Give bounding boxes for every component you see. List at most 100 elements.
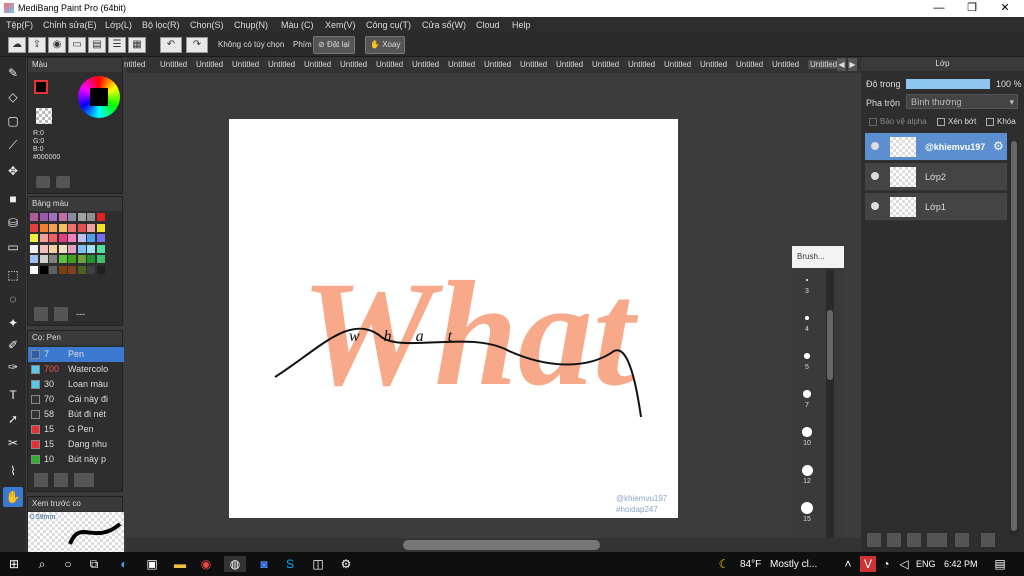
menu-filter[interactable]: Bộ lọc(R) xyxy=(142,20,180,30)
layer-copy-icon[interactable] xyxy=(981,533,995,547)
palette-swatch[interactable] xyxy=(49,213,57,221)
menu-tools[interactable]: Công cụ(T) xyxy=(366,20,411,30)
windows-start-icon[interactable]: ⊞ xyxy=(6,556,22,572)
primary-color-swatch[interactable] xyxy=(34,80,48,94)
color-square[interactable] xyxy=(90,88,108,106)
palette-swatch[interactable] xyxy=(96,234,105,242)
palette-swatch[interactable] xyxy=(39,255,48,263)
palette-swatch[interactable] xyxy=(87,265,95,274)
medibang-taskbar-icon[interactable]: ◍ xyxy=(224,556,246,572)
tab-scroll-left-icon[interactable]: ◀ xyxy=(837,58,846,71)
palette-swatch[interactable] xyxy=(58,223,67,232)
tab-untitled[interactable]: Untitled xyxy=(520,60,547,69)
notification-icon[interactable]: ▤ xyxy=(992,556,1008,572)
comment-icon[interactable]: ◉ xyxy=(48,37,66,53)
folder-icon[interactable] xyxy=(955,533,969,547)
maximize-button[interactable]: ❐ xyxy=(955,0,989,17)
brush-item[interactable]: 700 Watercolor xyxy=(28,362,124,377)
menu-window[interactable]: Cửa sổ(W) xyxy=(422,20,466,30)
palette-swatch[interactable] xyxy=(39,213,48,221)
palette-swatch[interactable] xyxy=(49,223,57,232)
grid-icon[interactable]: ▦ xyxy=(128,37,146,53)
color-option-icon[interactable] xyxy=(36,176,50,188)
undo-icon[interactable]: ↶ xyxy=(160,37,182,53)
palette-swatch[interactable] xyxy=(39,234,48,242)
reset-button[interactable]: ⊘ Đặt lại xyxy=(313,36,355,54)
lock-checkbox[interactable] xyxy=(986,118,994,126)
brush-item[interactable]: 15 G Pen xyxy=(28,422,124,437)
layer-scroll-thumb[interactable] xyxy=(1011,141,1017,531)
brush-size-dot[interactable] xyxy=(801,464,813,476)
chat-icon[interactable]: ▭ xyxy=(68,37,86,53)
duplicate-layer-icon[interactable] xyxy=(887,533,901,547)
minimize-button[interactable]: — xyxy=(922,0,956,17)
tab-untitled[interactable]: Untitled xyxy=(376,60,403,69)
palette-swatch[interactable] xyxy=(96,223,105,232)
document-icon[interactable]: ▤ xyxy=(88,37,106,53)
palette-swatch[interactable] xyxy=(30,223,38,232)
blend-select[interactable]: Bình thường ▾ xyxy=(906,94,1018,109)
menu-snap[interactable]: Chụp(N) xyxy=(234,20,268,30)
palette-swatch[interactable] xyxy=(68,255,76,263)
chevron-up-icon[interactable]: ˄ xyxy=(840,556,856,572)
eye-icon[interactable] xyxy=(871,142,879,150)
edge-icon[interactable]: ◐ xyxy=(116,556,132,572)
tab-untitled[interactable]: Untitled xyxy=(484,60,511,69)
task-view-icon[interactable]: ⧉ xyxy=(86,556,102,572)
move-tool-icon[interactable]: ✥ xyxy=(3,161,23,181)
palette-swatch[interactable] xyxy=(39,244,48,253)
tab-untitled[interactable]: Untitled xyxy=(592,60,619,69)
select-pen-icon[interactable]: ✐ xyxy=(3,335,23,355)
language-indicator[interactable]: ENG xyxy=(916,559,936,569)
menu-cloud[interactable]: Cloud xyxy=(476,20,500,30)
tab-scroll-right-icon[interactable]: ▶ xyxy=(848,58,857,71)
network-icon[interactable]: ◔ xyxy=(878,556,894,572)
tab-untitled[interactable]: Untitled xyxy=(700,60,727,69)
canvas-h-scroll-thumb[interactable] xyxy=(403,540,600,550)
palette-swatch[interactable] xyxy=(58,234,67,242)
app-icon-blue[interactable]: ◙ xyxy=(256,556,272,572)
store-icon[interactable]: ▣ xyxy=(144,556,160,572)
layer-row[interactable]: Lớp1 xyxy=(865,193,1007,221)
gear-icon[interactable]: ⚙ xyxy=(993,139,1004,153)
select-eraser-icon[interactable]: ✑ xyxy=(3,357,23,377)
skype-icon[interactable]: S xyxy=(282,556,298,572)
tab-untitled[interactable]: Untitled xyxy=(340,60,367,69)
tab-untitled[interactable]: Untitled xyxy=(448,60,475,69)
tab-untitled[interactable]: Untitled xyxy=(808,60,840,69)
select-tool-icon[interactable]: ⬚ xyxy=(3,265,23,285)
bucket-tool-icon[interactable]: ⛁ xyxy=(3,213,23,233)
palette-swatch[interactable] xyxy=(68,244,76,253)
tab-untitled[interactable]: Untitled xyxy=(196,60,223,69)
hand-tool-icon[interactable]: ✋ xyxy=(3,487,23,507)
palette-swatch[interactable] xyxy=(96,255,105,263)
brush-size-dot[interactable] xyxy=(804,353,810,359)
brush-size-scroll-thumb[interactable] xyxy=(827,310,833,380)
brush-item[interactable]: 30 Loan màu xyxy=(28,377,124,392)
merge-layer-icon[interactable] xyxy=(907,533,921,547)
divide-tool-icon[interactable]: ✂ xyxy=(3,433,23,453)
palette-swatch[interactable] xyxy=(58,213,67,221)
list-icon[interactable]: ☰ xyxy=(108,37,126,53)
brush-size-dot[interactable] xyxy=(806,279,808,281)
brush-item[interactable]: 15 Dạng nhu xyxy=(28,437,124,452)
palette-swatch[interactable] xyxy=(87,213,95,221)
tab-untitled[interactable]: Untitled xyxy=(412,60,439,69)
menu-help[interactable]: Help xyxy=(512,20,531,30)
tab-untitled[interactable]: Untitled xyxy=(304,60,331,69)
palette-swatch[interactable] xyxy=(30,244,38,253)
brush-size-dot[interactable] xyxy=(805,316,809,320)
palette-swatch[interactable] xyxy=(30,265,38,274)
palette-swatch[interactable] xyxy=(49,244,57,253)
text-tool-icon[interactable]: T xyxy=(3,385,23,405)
palette-swatch[interactable] xyxy=(39,223,48,232)
tab-untitled[interactable]: Untitled xyxy=(664,60,691,69)
palette-swatch[interactable] xyxy=(30,213,38,221)
line-tool-icon[interactable]: ⟋ xyxy=(3,135,23,155)
palette-swatch[interactable] xyxy=(68,223,76,232)
cloud-icon[interactable]: ☁ xyxy=(8,37,26,53)
gradient-tool-icon[interactable]: ▭ xyxy=(3,237,23,257)
palette-swatch[interactable] xyxy=(58,265,67,274)
camera-icon[interactable]: ◫ xyxy=(310,556,326,572)
palette-swatch[interactable] xyxy=(96,213,105,221)
